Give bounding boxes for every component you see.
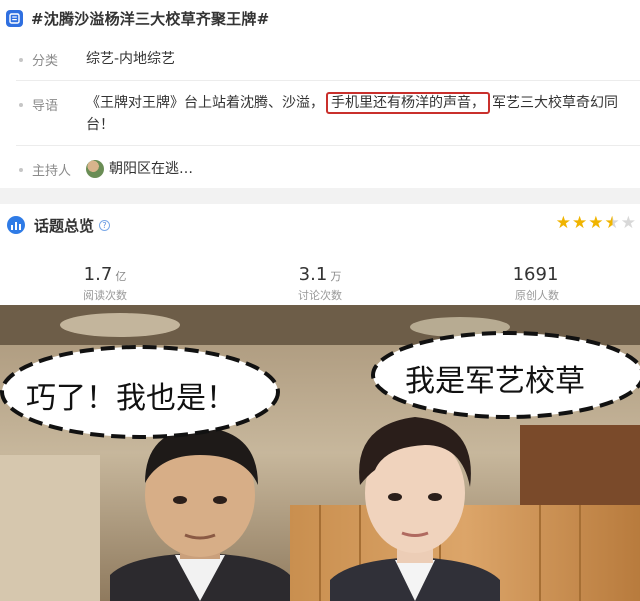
- star-icon: ★: [572, 213, 588, 233]
- overview-title: 话题总览: [34, 216, 95, 235]
- topic-icon: [6, 9, 23, 27]
- stat-originals: 1691 原创人数: [477, 264, 597, 303]
- host-link[interactable]: 朝阳区在逃…: [86, 158, 193, 180]
- divider: [16, 145, 640, 146]
- stat-number: 3.1: [298, 264, 328, 285]
- intro-text: 《王牌对王牌》台上站着沈腾、沙溢， 手机里还有杨洋的声音， 军艺三大校草奇幻同 台！: [86, 92, 636, 136]
- photo-scene: [0, 305, 640, 601]
- bullet-icon: [19, 103, 23, 107]
- stat-discussions: 3.1 万 讨论次数: [260, 264, 380, 303]
- intro-part2: 军艺三大校草奇幻同: [492, 95, 618, 111]
- stat-label: 原创人数: [515, 289, 559, 302]
- host-label: 主持人: [32, 164, 72, 179]
- bullet-icon: [19, 168, 23, 172]
- star-icon: ★: [588, 213, 604, 233]
- bullet-icon: [19, 58, 23, 62]
- section-separator: [0, 188, 640, 204]
- divider: [16, 80, 640, 81]
- rating-stars: ★ ★ ★ ★ ★: [556, 214, 636, 232]
- bubble-left-text: 巧了！我也是！: [26, 381, 236, 416]
- avatar: [86, 160, 104, 178]
- intro-line2: 台！: [86, 117, 114, 133]
- topic-title: #沈腾沙溢杨洋三大校草齐聚王牌#: [31, 9, 270, 28]
- star-icon: ★: [555, 213, 571, 233]
- stat-label: 阅读次数: [83, 289, 127, 302]
- stat-unit: 万: [330, 270, 342, 283]
- stat-unit: 亿: [115, 270, 127, 283]
- host-name: 朝阳区在逃…: [109, 161, 193, 177]
- bubble-right-text: 我是军艺校草: [405, 364, 585, 399]
- help-icon[interactable]: ?: [99, 219, 111, 231]
- overview-header: 话题总览 ?: [0, 210, 640, 240]
- stat-label: 讨论次数: [298, 289, 342, 302]
- intro-highlight: 手机里还有杨洋的声音，: [326, 92, 490, 114]
- meme-photo: 巧了！我也是！ 我是军艺校草: [0, 305, 640, 601]
- bar-chart-icon: [7, 216, 25, 234]
- intro-label: 导语: [32, 99, 59, 114]
- category-value[interactable]: 综艺-内地综艺: [86, 48, 175, 70]
- stat-reads: 1.7 亿 阅读次数: [45, 264, 165, 303]
- topic-header: #沈腾沙溢杨洋三大校草齐聚王牌#: [0, 0, 640, 36]
- star-half-icon: ★: [604, 213, 620, 233]
- star-icon: ★: [620, 213, 636, 233]
- stat-number: 1691: [512, 264, 559, 285]
- category-label: 分类: [32, 54, 59, 69]
- stat-number: 1.7: [83, 264, 113, 285]
- intro-part1: 《王牌对王牌》台上站着沈腾、沙溢，: [86, 95, 324, 111]
